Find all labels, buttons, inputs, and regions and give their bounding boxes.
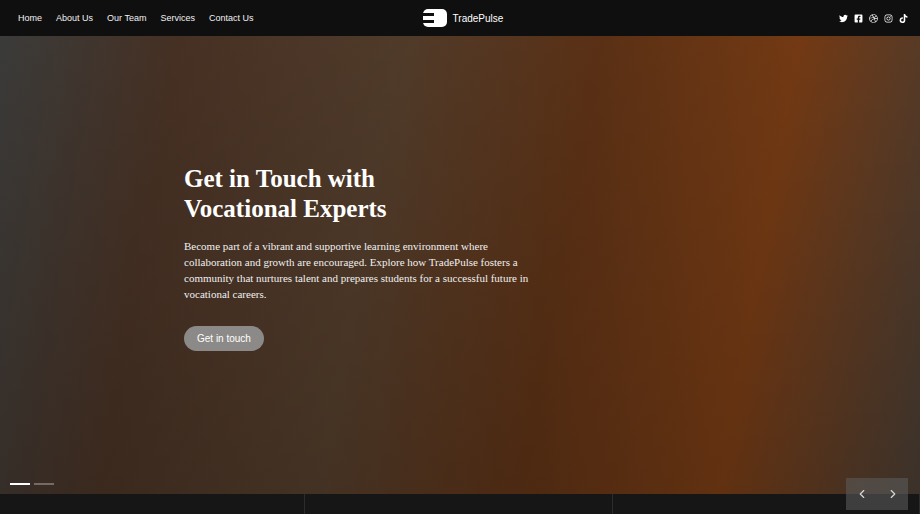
slide-indicator[interactable] (34, 483, 54, 485)
chevron-right-icon (886, 487, 900, 501)
logo-icon (423, 9, 447, 27)
slide-indicator[interactable] (10, 483, 30, 485)
brand[interactable]: TradePulse (423, 9, 504, 27)
facebook-icon[interactable] (854, 14, 863, 23)
brand-name: TradePulse (453, 13, 504, 24)
hero-title: Get in Touch with Vocational Experts (184, 164, 444, 224)
slider-arrows (846, 478, 908, 510)
nav-link[interactable]: Our Team (107, 13, 146, 23)
social-links (503, 14, 908, 23)
next-button[interactable] (877, 478, 908, 510)
contact-button[interactable]: Get in touch (184, 326, 264, 351)
nav-link[interactable]: Home (18, 13, 42, 23)
tiktok-icon[interactable] (899, 14, 908, 23)
nav-links: Home About Us Our Team Services Contact Us (18, 13, 423, 23)
nav-link[interactable]: Contact Us (209, 13, 254, 23)
chevron-left-icon (855, 487, 869, 501)
slide-indicators (10, 483, 54, 485)
dribbble-icon[interactable] (869, 14, 878, 23)
page: Home About Us Our Team Services Contact Us Tr… (0, 0, 920, 514)
twitter-icon[interactable] (839, 14, 848, 23)
navbar: Home About Us Our Team Services Contact Us Tr… (0, 0, 920, 36)
strip-panel (305, 494, 613, 514)
nav-link[interactable]: Services (160, 13, 195, 23)
hero: Get in Touch with Vocational Experts Beco… (0, 36, 920, 494)
bottom-strip (0, 494, 920, 514)
nav-link[interactable]: About Us (56, 13, 93, 23)
prev-button[interactable] (846, 478, 877, 510)
hero-text: Become part of a vibrant and supportive … (184, 238, 534, 302)
strip-panel (0, 494, 305, 514)
instagram-icon[interactable] (884, 14, 893, 23)
